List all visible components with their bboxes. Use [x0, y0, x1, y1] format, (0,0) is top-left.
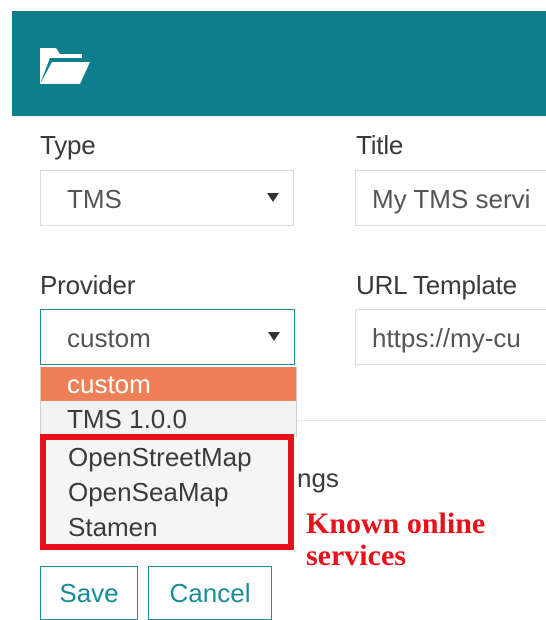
caret-down-icon — [268, 332, 280, 341]
type-select-value: TMS — [67, 184, 122, 214]
annotation-text: Known online services — [306, 508, 485, 572]
cancel-button[interactable]: Cancel — [148, 566, 272, 620]
app-header — [12, 11, 546, 116]
url-template-input[interactable]: https://my-cu — [355, 309, 546, 365]
provider-select[interactable]: custom — [40, 309, 295, 365]
title-input-value: My TMS servi — [372, 184, 531, 214]
provider-option-openseamap[interactable]: OpenSeaMap — [68, 477, 228, 508]
settings-panel-title: ngs — [297, 463, 339, 493]
provider-option-tms[interactable]: TMS 1.0.0 — [41, 402, 296, 436]
provider-select-value: custom — [67, 323, 151, 353]
folder-open-icon[interactable] — [36, 44, 92, 88]
title-input[interactable]: My TMS servi — [355, 170, 546, 226]
provider-label: Provider — [40, 270, 136, 300]
type-label: Type — [40, 130, 96, 160]
provider-dropdown-list: custom TMS 1.0.0 — [40, 367, 297, 437]
provider-option-custom[interactable]: custom — [41, 367, 296, 401]
provider-option-stamen[interactable]: Stamen — [68, 512, 158, 543]
annotation-line-2: services — [306, 539, 406, 572]
url-template-input-value: https://my-cu — [372, 323, 521, 353]
save-button[interactable]: Save — [40, 566, 138, 620]
annotation-line-1: Known online — [306, 507, 486, 540]
caret-down-icon — [267, 193, 279, 202]
url-template-label: URL Template — [356, 270, 517, 300]
provider-option-openstreetmap[interactable]: OpenStreetMap — [68, 442, 252, 473]
type-select[interactable]: TMS — [40, 170, 294, 226]
title-label: Title — [356, 130, 404, 160]
